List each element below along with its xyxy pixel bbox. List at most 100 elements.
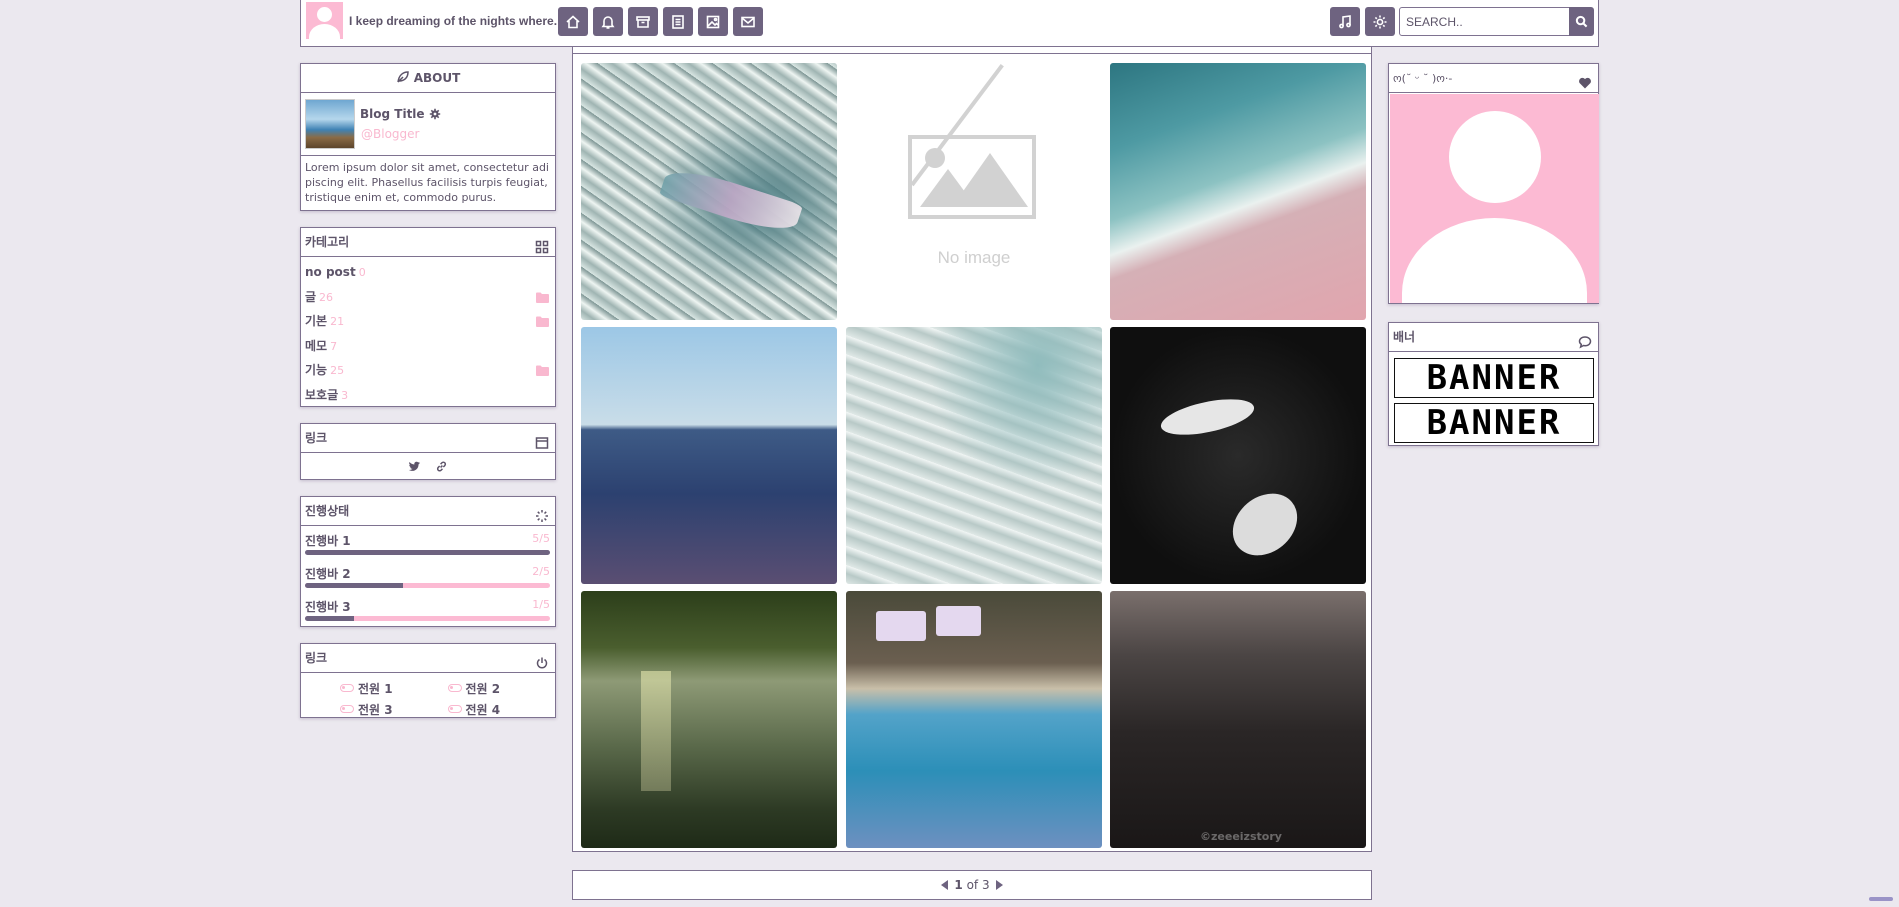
gallery-button[interactable]	[698, 7, 728, 36]
heart-icon[interactable]	[1578, 72, 1592, 89]
folder-icon	[536, 292, 549, 303]
about-box: ABOUT Blog Title @Blogger Lorem ipsum do…	[300, 63, 556, 211]
toggle-icon	[447, 705, 462, 713]
spinner-icon	[535, 505, 549, 522]
grid-icon[interactable]	[535, 236, 549, 254]
category-heading: 카테고리	[301, 228, 555, 257]
post-thumbnail[interactable]	[846, 327, 1102, 584]
post-thumbnail[interactable]	[581, 327, 837, 584]
power-heading: 링크	[301, 644, 555, 673]
search-input[interactable]	[1399, 7, 1570, 36]
next-page-icon[interactable]	[995, 880, 1003, 890]
progress-label: 진행바 3	[305, 600, 351, 614]
speech-bubble-icon	[1578, 331, 1592, 349]
progress-label: 진행바 1	[305, 534, 351, 548]
profile-picture	[1390, 94, 1599, 303]
post-thumbnail[interactable]	[1110, 327, 1366, 584]
toggle-icon	[340, 705, 354, 713]
progress-fill	[305, 616, 354, 621]
toggle-label: 전원 4	[465, 702, 501, 717]
prev-page-icon[interactable]	[941, 880, 949, 890]
progress-item: 진행바 2 2/5	[301, 559, 555, 592]
progress-item: 진행바 3 1/5	[301, 592, 555, 625]
archive-button[interactable]	[628, 7, 658, 36]
category-count: 7	[330, 339, 338, 353]
power-toggle[interactable]: 전원 1	[340, 678, 448, 698]
image-icon	[706, 15, 720, 28]
category-item[interactable]: no post 0	[305, 260, 551, 285]
power-toggle[interactable]: 전원 2	[447, 678, 556, 698]
category-name: 보호글	[305, 387, 339, 402]
music-icon	[1339, 14, 1351, 28]
power-toggle[interactable]: 전원 3	[340, 699, 448, 719]
about-description: Lorem ipsum dolor sit amet, consectetur …	[301, 155, 555, 209]
progress-value: 5/5	[532, 532, 550, 545]
pagination: 1 of 3	[572, 870, 1372, 900]
profile-heading: ო(˘ ᵕ ˘ )ო‧-	[1389, 64, 1598, 93]
post-thumbnail[interactable]	[1110, 63, 1366, 320]
search-button[interactable]	[1569, 7, 1594, 36]
category-item[interactable]: 메모 7	[305, 334, 551, 359]
window-icon	[535, 432, 549, 449]
total-pages: of 3	[966, 878, 990, 892]
mail-icon	[741, 16, 755, 27]
blog-username[interactable]: @Blogger	[361, 127, 419, 141]
progress-label: 진행바 2	[305, 567, 351, 581]
folder-icon	[536, 316, 549, 327]
category-item[interactable]: 보호글 3	[305, 383, 551, 408]
post-thumbnail-empty[interactable]: No image	[846, 63, 1102, 320]
post-thumbnail[interactable]: ©zeeeizstory	[1110, 591, 1366, 848]
post-thumbnail[interactable]	[581, 591, 837, 848]
post-thumbnail[interactable]	[846, 591, 1102, 848]
progress-box: 진행상태 진행바 1 5/5 진행바 2 2/5 진행바 3 1/5	[300, 496, 556, 627]
blog-avatar[interactable]	[306, 2, 343, 39]
category-name: 기본	[305, 314, 328, 328]
gear-icon[interactable]	[429, 108, 441, 120]
post-thumbnail[interactable]	[581, 63, 837, 320]
sun-icon	[1373, 15, 1387, 28]
link-icon[interactable]	[435, 460, 448, 473]
banner-1[interactable]: BANNER	[1394, 358, 1594, 398]
power-toggle[interactable]: 전원 4	[447, 699, 556, 719]
archive-icon	[636, 15, 650, 28]
progress-value: 1/5	[532, 598, 550, 611]
toggle-icon	[340, 684, 354, 692]
toggle-label: 전원 2	[465, 681, 501, 696]
progress-heading: 진행상태	[301, 497, 555, 526]
profile-box: ო(˘ ᵕ ˘ )ო‧-	[1388, 63, 1599, 304]
about-heading: ABOUT	[301, 64, 555, 93]
mail-button[interactable]	[733, 7, 763, 36]
no-image-label: No image	[937, 248, 1011, 267]
current-page: 1	[954, 878, 963, 892]
progress-track	[305, 583, 550, 588]
leaf-icon	[396, 66, 410, 83]
power-icon	[535, 652, 549, 669]
banner-2[interactable]: BANNER	[1394, 403, 1594, 443]
progress-list: 진행바 1 5/5 진행바 2 2/5 진행바 3 1/5	[301, 526, 555, 625]
watermark: ©zeeeizstory	[1200, 830, 1282, 843]
power-box: 링크 전원 1 전원 2 전원 3 전원 4	[300, 643, 556, 718]
music-button[interactable]	[1330, 7, 1360, 36]
theme-toggle-button[interactable]	[1365, 7, 1395, 36]
no-image-icon	[908, 135, 1036, 219]
home-button[interactable]	[558, 7, 588, 36]
progress-track	[305, 616, 550, 621]
site-title[interactable]: I keep dreaming of the nights where.	[349, 14, 557, 28]
notification-button[interactable]	[593, 7, 623, 36]
toggle-label: 전원 1	[358, 681, 393, 696]
folder-icon	[536, 365, 549, 376]
twitter-icon[interactable]	[408, 460, 421, 473]
progress-value: 2/5	[532, 565, 550, 578]
blog-title[interactable]: Blog Title	[360, 107, 441, 121]
category-box: 카테고리 no post 0 글 26 기본 21 메모 7 기능 25 보호글 3	[300, 227, 556, 407]
progress-fill	[305, 583, 403, 588]
guestbook-button[interactable]	[663, 7, 693, 36]
home-icon	[566, 14, 580, 28]
document-icon	[672, 14, 684, 29]
category-item[interactable]: 글 26	[305, 285, 551, 310]
social-links	[301, 453, 555, 479]
progress-fill	[305, 550, 550, 555]
category-item[interactable]: 기능 25	[305, 358, 551, 383]
toggle-label: 전원 3	[358, 702, 393, 717]
category-item[interactable]: 기본 21	[305, 309, 551, 334]
